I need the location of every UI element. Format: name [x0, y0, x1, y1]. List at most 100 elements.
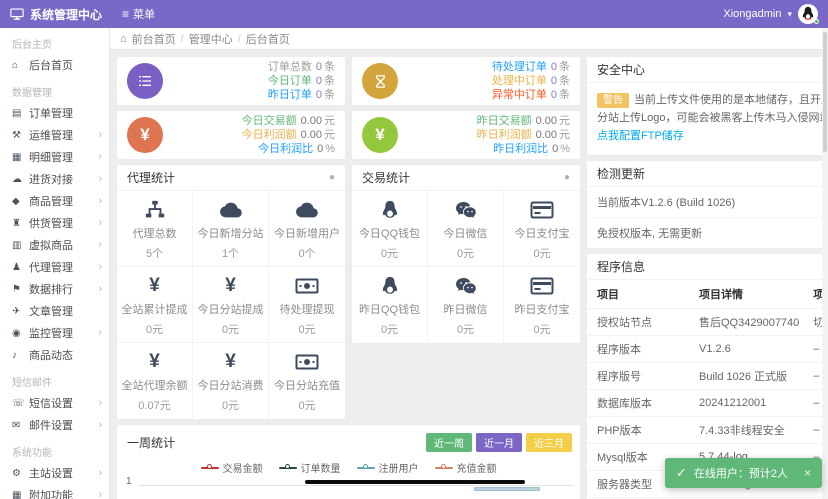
keyboard-icon: ▥ — [12, 240, 25, 251]
today-trade-rows: 今日交易额0.00元 今日利润额0.00元 今日利润比0% — [163, 114, 335, 156]
chevron-right-icon: › — [98, 397, 102, 409]
flag-icon: ⚑ — [12, 284, 25, 295]
trade-stats-panel: 交易统计 ● 今日QQ钱包 0元 — [352, 165, 580, 343]
substation-consume-today-cell: ¥ 今日分站消费 0元 — [193, 343, 269, 419]
chevron-right-icon: › — [98, 217, 102, 229]
qq-wallet-yesterday-cell: 昨日QQ钱包 0元 — [352, 267, 428, 343]
check-icon: ✓ — [676, 465, 687, 481]
table-row: 程序版号 Build 1026 正式版 – — [587, 363, 828, 390]
user-menu[interactable]: Xiongadmin ▾ — [723, 4, 828, 24]
chevron-right-icon: › — [98, 467, 102, 479]
sidebar-item-dynamics[interactable]: ♪ 商品动态 — [0, 344, 109, 366]
update-check-panel: 检测更新 ☑ 当前版本V1.2.6 (Build 1026) 免授权版本, 无需… — [587, 161, 828, 248]
chevron-right-icon: › — [98, 195, 102, 207]
sidebar-item-sms[interactable]: ☏ 短信设置 › — [0, 392, 109, 414]
sidebar-section-data: 数据管理 — [0, 76, 109, 102]
close-icon[interactable]: × — [804, 466, 811, 480]
column-a: 订单总数0条 今日订单0条 昨日订单0条 ¥ 今日交易额0.00元 今日利润额0… — [117, 57, 345, 425]
menu-label: 菜单 — [133, 6, 155, 22]
sidebar-item-goods[interactable]: ◆ 商品管理 › — [0, 190, 109, 212]
sidebar-item-agents[interactable]: ♟ 代理管理 › — [0, 256, 109, 278]
tools-icon: ⚒ — [12, 130, 25, 141]
dot-icon: ● — [329, 172, 335, 183]
brand-title: 系统管理中心 — [30, 6, 102, 23]
line-marker-icon — [357, 467, 375, 469]
orders-summary-rows: 订单总数0条 今日订单0条 昨日订单0条 — [163, 60, 335, 102]
column-header-detail: 项目详情 — [689, 280, 803, 309]
table-row: PHP版本 7.4.33非线程安全 – — [587, 417, 828, 444]
sidebar-section-home: 后台主页 — [0, 28, 109, 54]
sidebar-item-orders[interactable]: ▤ 订单管理 — [0, 102, 109, 124]
sidebar-item-details[interactable]: ▦ 明细管理 › — [0, 146, 109, 168]
orders-summary-card: 订单总数0条 今日订单0条 昨日订单0条 — [117, 57, 345, 105]
scrollbar-thumb[interactable] — [823, 32, 827, 152]
chart-gridline — [139, 485, 574, 486]
hamburger-icon: ≡ — [122, 7, 129, 21]
wechat-icon — [429, 199, 502, 221]
new-users-today-cell: 今日新增用户 0个 — [269, 191, 345, 267]
avatar[interactable] — [798, 4, 818, 24]
menu-toggle-button[interactable]: ≡ 菜单 — [122, 6, 155, 22]
content: 订单总数0条 今日订单0条 昨日订单0条 ¥ 今日交易额0.00元 今日利润额0… — [110, 50, 828, 499]
breadcrumb: ⌂ 前台首页 / 管理中心 / 后台首页 — [110, 28, 828, 50]
chevron-right-icon: › — [98, 129, 102, 141]
hourglass-icon — [362, 63, 398, 99]
shop-icon: ♜ — [12, 218, 25, 229]
brand[interactable]: 系统管理中心 — [0, 6, 110, 23]
security-message: 警告当前上传文件使用的是本地储存，且开启了分站上传Logo，可能会被黑客上传木马… — [587, 83, 828, 155]
legend-item-recharge-amount[interactable]: 充值金额 — [435, 460, 497, 475]
pending-orders-card: 待处理订单0条 处理中订单0条 异常中订单0条 — [352, 57, 580, 105]
right-column: 安全中心 ✓ 警告当前上传文件使用的是本地储存，且开启了分站上传Logo，可能会… — [587, 57, 828, 499]
total-commission-cell: ¥ 全站累计提成 0元 — [117, 267, 193, 343]
mail-icon: ✉ — [12, 420, 25, 431]
breadcrumb-home[interactable]: 前台首页 — [132, 31, 176, 47]
sidebar-item-supply[interactable]: ♜ 供货管理 › — [0, 212, 109, 234]
credit-card-icon — [505, 275, 579, 297]
agent-stats-header: 代理统计 ● — [117, 165, 345, 191]
sidebar-item-site[interactable]: ⚙ 主站设置 › — [0, 462, 109, 484]
table-row: 授权站节点 售后QQ3429007740 切换 — [587, 309, 828, 336]
sidebar-item-articles[interactable]: ✈ 文章管理 — [0, 300, 109, 322]
alipay-today-cell: 今日支付宝 0元 — [504, 191, 580, 267]
sidebar-item-virtual[interactable]: ▥ 虚拟商品 › — [0, 234, 109, 256]
money-bill-icon — [270, 351, 344, 373]
agent-balance-cell: ¥ 全站代理余额 0.07元 — [117, 343, 193, 419]
breadcrumb-separator: / — [181, 33, 184, 45]
security-header: 安全中心 ✓ — [587, 57, 828, 83]
range-week-button[interactable]: 近一周 — [426, 433, 472, 452]
horizontal-scrollbar-thumb[interactable] — [305, 480, 525, 484]
chevron-right-icon: › — [98, 419, 102, 431]
security-panel: 安全中心 ✓ 警告当前上传文件使用的是本地储存，且开启了分站上传Logo，可能会… — [587, 57, 828, 155]
configure-ftp-link[interactable]: 点我配置FTP储存 — [597, 130, 684, 142]
sidebar-item-ranking[interactable]: ⚑ 数据排行 › — [0, 278, 109, 300]
sidebar-item-addons[interactable]: ▦ 附加功能 › — [0, 484, 109, 499]
chart-datazoom-handle[interactable] — [474, 487, 540, 491]
legend-item-trade-amount[interactable]: 交易金额 — [201, 460, 263, 475]
cart-icon: ◆ — [12, 196, 25, 207]
sidebar-item-ops[interactable]: ⚒ 运维管理 › — [0, 124, 109, 146]
chevron-right-icon: › — [98, 151, 102, 163]
page-scrollbar[interactable] — [822, 28, 828, 499]
top-bar: 系统管理中心 ≡ 菜单 Xiongadmin ▾ — [0, 0, 828, 28]
range-month-button[interactable]: 近一月 — [476, 433, 522, 452]
range-quarter-button[interactable]: 近三月 — [526, 433, 572, 452]
sidebar-item-dashboard[interactable]: ⌂ 后台首页 — [0, 54, 109, 76]
breadcrumb-section[interactable]: 管理中心 — [189, 31, 233, 47]
wechat-today-cell: 今日微信 0元 — [428, 191, 504, 267]
current-version-row: 当前版本V1.2.6 (Build 1026) — [587, 187, 828, 218]
legend-item-registered-users[interactable]: 注册用户 — [357, 460, 419, 475]
agent-stats-panel: 代理统计 ● 代理总数 5个 — [117, 165, 345, 419]
yen-icon: ¥ — [118, 275, 191, 297]
weekly-title: 一周统计 — [127, 434, 175, 451]
sidebar-item-monitor[interactable]: ◉ 监控管理 › — [0, 322, 109, 344]
left-column-group: 订单总数0条 今日订单0条 昨日订单0条 ¥ 今日交易额0.00元 今日利润额0… — [117, 57, 580, 499]
sidebar-item-mail[interactable]: ✉ 邮件设置 › — [0, 414, 109, 436]
chevron-right-icon: › — [98, 239, 102, 251]
camera-icon: ◉ — [12, 328, 25, 339]
table-row: 数据库版本 20241212001 – — [587, 390, 828, 417]
admin-dashboard: 系统管理中心 ≡ 菜单 Xiongadmin ▾ 后台主页 ⌂ 后台首页 数据管… — [0, 0, 828, 499]
legend-item-order-count[interactable]: 订单数量 — [279, 460, 341, 475]
sidebar-item-purchase[interactable]: ☁ 进货对接 › — [0, 168, 109, 190]
yen-icon: ¥ — [194, 275, 267, 297]
chevron-right-icon: › — [98, 173, 102, 185]
